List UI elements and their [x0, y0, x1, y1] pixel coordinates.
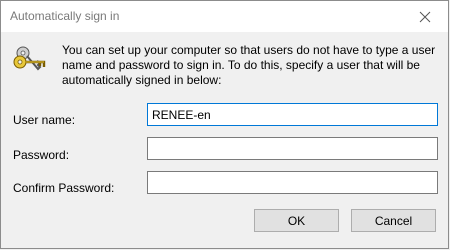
close-button[interactable] — [402, 1, 448, 32]
username-field[interactable] — [147, 103, 438, 126]
keys-icon — [13, 46, 46, 71]
dialog-window: Automatically sign in You can set up you… — [0, 0, 449, 249]
username-label: User name: — [13, 113, 76, 127]
dialog-content: You can set up your computer so that use… — [1, 32, 448, 248]
dialog-title: Automatically sign in — [10, 9, 120, 23]
ok-button[interactable]: OK — [254, 209, 339, 232]
cancel-button[interactable]: Cancel — [351, 209, 436, 232]
confirm-password-field[interactable] — [147, 171, 438, 194]
close-icon — [419, 11, 431, 22]
title-bar: Automatically sign in — [1, 1, 448, 32]
password-label: Password: — [13, 148, 70, 162]
confirm-password-label: Confirm Password: — [13, 181, 115, 195]
instructions-text: You can set up your computer so that use… — [62, 43, 436, 87]
password-field[interactable] — [147, 137, 438, 160]
